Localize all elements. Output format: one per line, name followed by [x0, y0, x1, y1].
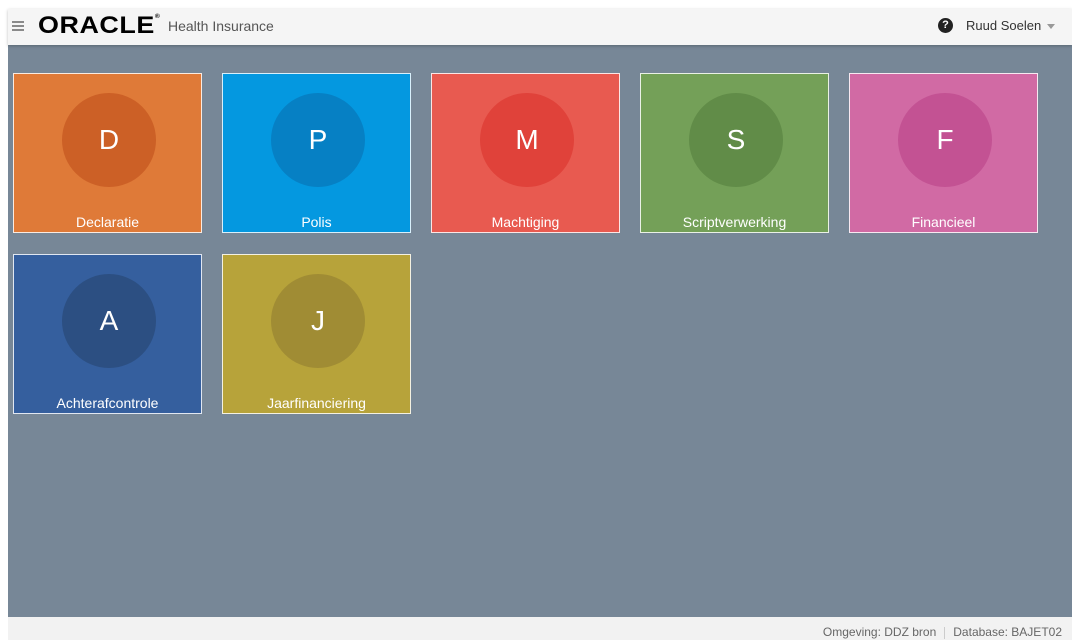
footer-divider — [944, 626, 946, 639]
app-frame: ORACLE® Health Insurance ? Ruud Soelen D… — [8, 9, 1072, 640]
tile-letter-circle: S — [689, 93, 783, 187]
database-text: Database: BAJET02 — [953, 625, 1062, 639]
top-header: ORACLE® Health Insurance ? Ruud Soelen — [8, 9, 1072, 45]
tile-letter-circle: D — [62, 93, 156, 187]
tile-label: Scriptverwerking — [682, 214, 787, 230]
status-footer: Omgeving: DDZ bron Database: BAJET02 — [8, 617, 1072, 640]
app-name: Health Insurance — [168, 18, 274, 34]
tile-label: Jaarfinanciering — [267, 395, 366, 411]
tile-letter-circle: P — [271, 93, 365, 187]
chevron-down-icon — [1047, 24, 1056, 30]
tile-polis[interactable]: P Polis — [222, 73, 411, 233]
tile-scriptverwerking[interactable]: S Scriptverwerking — [640, 73, 829, 233]
tile-declaratie[interactable]: D Declaratie — [13, 73, 202, 233]
tile-machtiging[interactable]: M Machtiging — [431, 73, 620, 233]
tile-letter-circle: A — [62, 274, 156, 368]
user-menu[interactable]: Ruud Soelen — [966, 18, 1056, 33]
tile-financieel[interactable]: F Financieel — [849, 73, 1038, 233]
tile-label: Financieel — [911, 214, 976, 230]
tile-label: Machtiging — [491, 214, 560, 230]
environment-text: Omgeving: DDZ bron — [822, 625, 937, 639]
tile-label: Achterafcontrole — [56, 395, 159, 411]
hamburger-menu-icon[interactable] — [12, 19, 26, 33]
tile-letter-circle: M — [480, 93, 574, 187]
tile-letter-circle: F — [898, 93, 992, 187]
tile-letter-circle: J — [271, 274, 365, 368]
tile-label: Declaratie — [75, 214, 140, 230]
tile-label: Polis — [301, 214, 332, 230]
oracle-logo: ORACLE® — [38, 12, 161, 39]
tile-achterafcontrole[interactable]: A Achterafcontrole — [13, 254, 202, 414]
environment-info: Omgeving: DDZ bron Database: BAJET02 — [823, 625, 1062, 639]
user-name: Ruud Soelen — [966, 18, 1042, 33]
tile-jaarfinanciering[interactable]: J Jaarfinanciering — [222, 254, 411, 414]
help-icon[interactable]: ? — [938, 18, 953, 33]
